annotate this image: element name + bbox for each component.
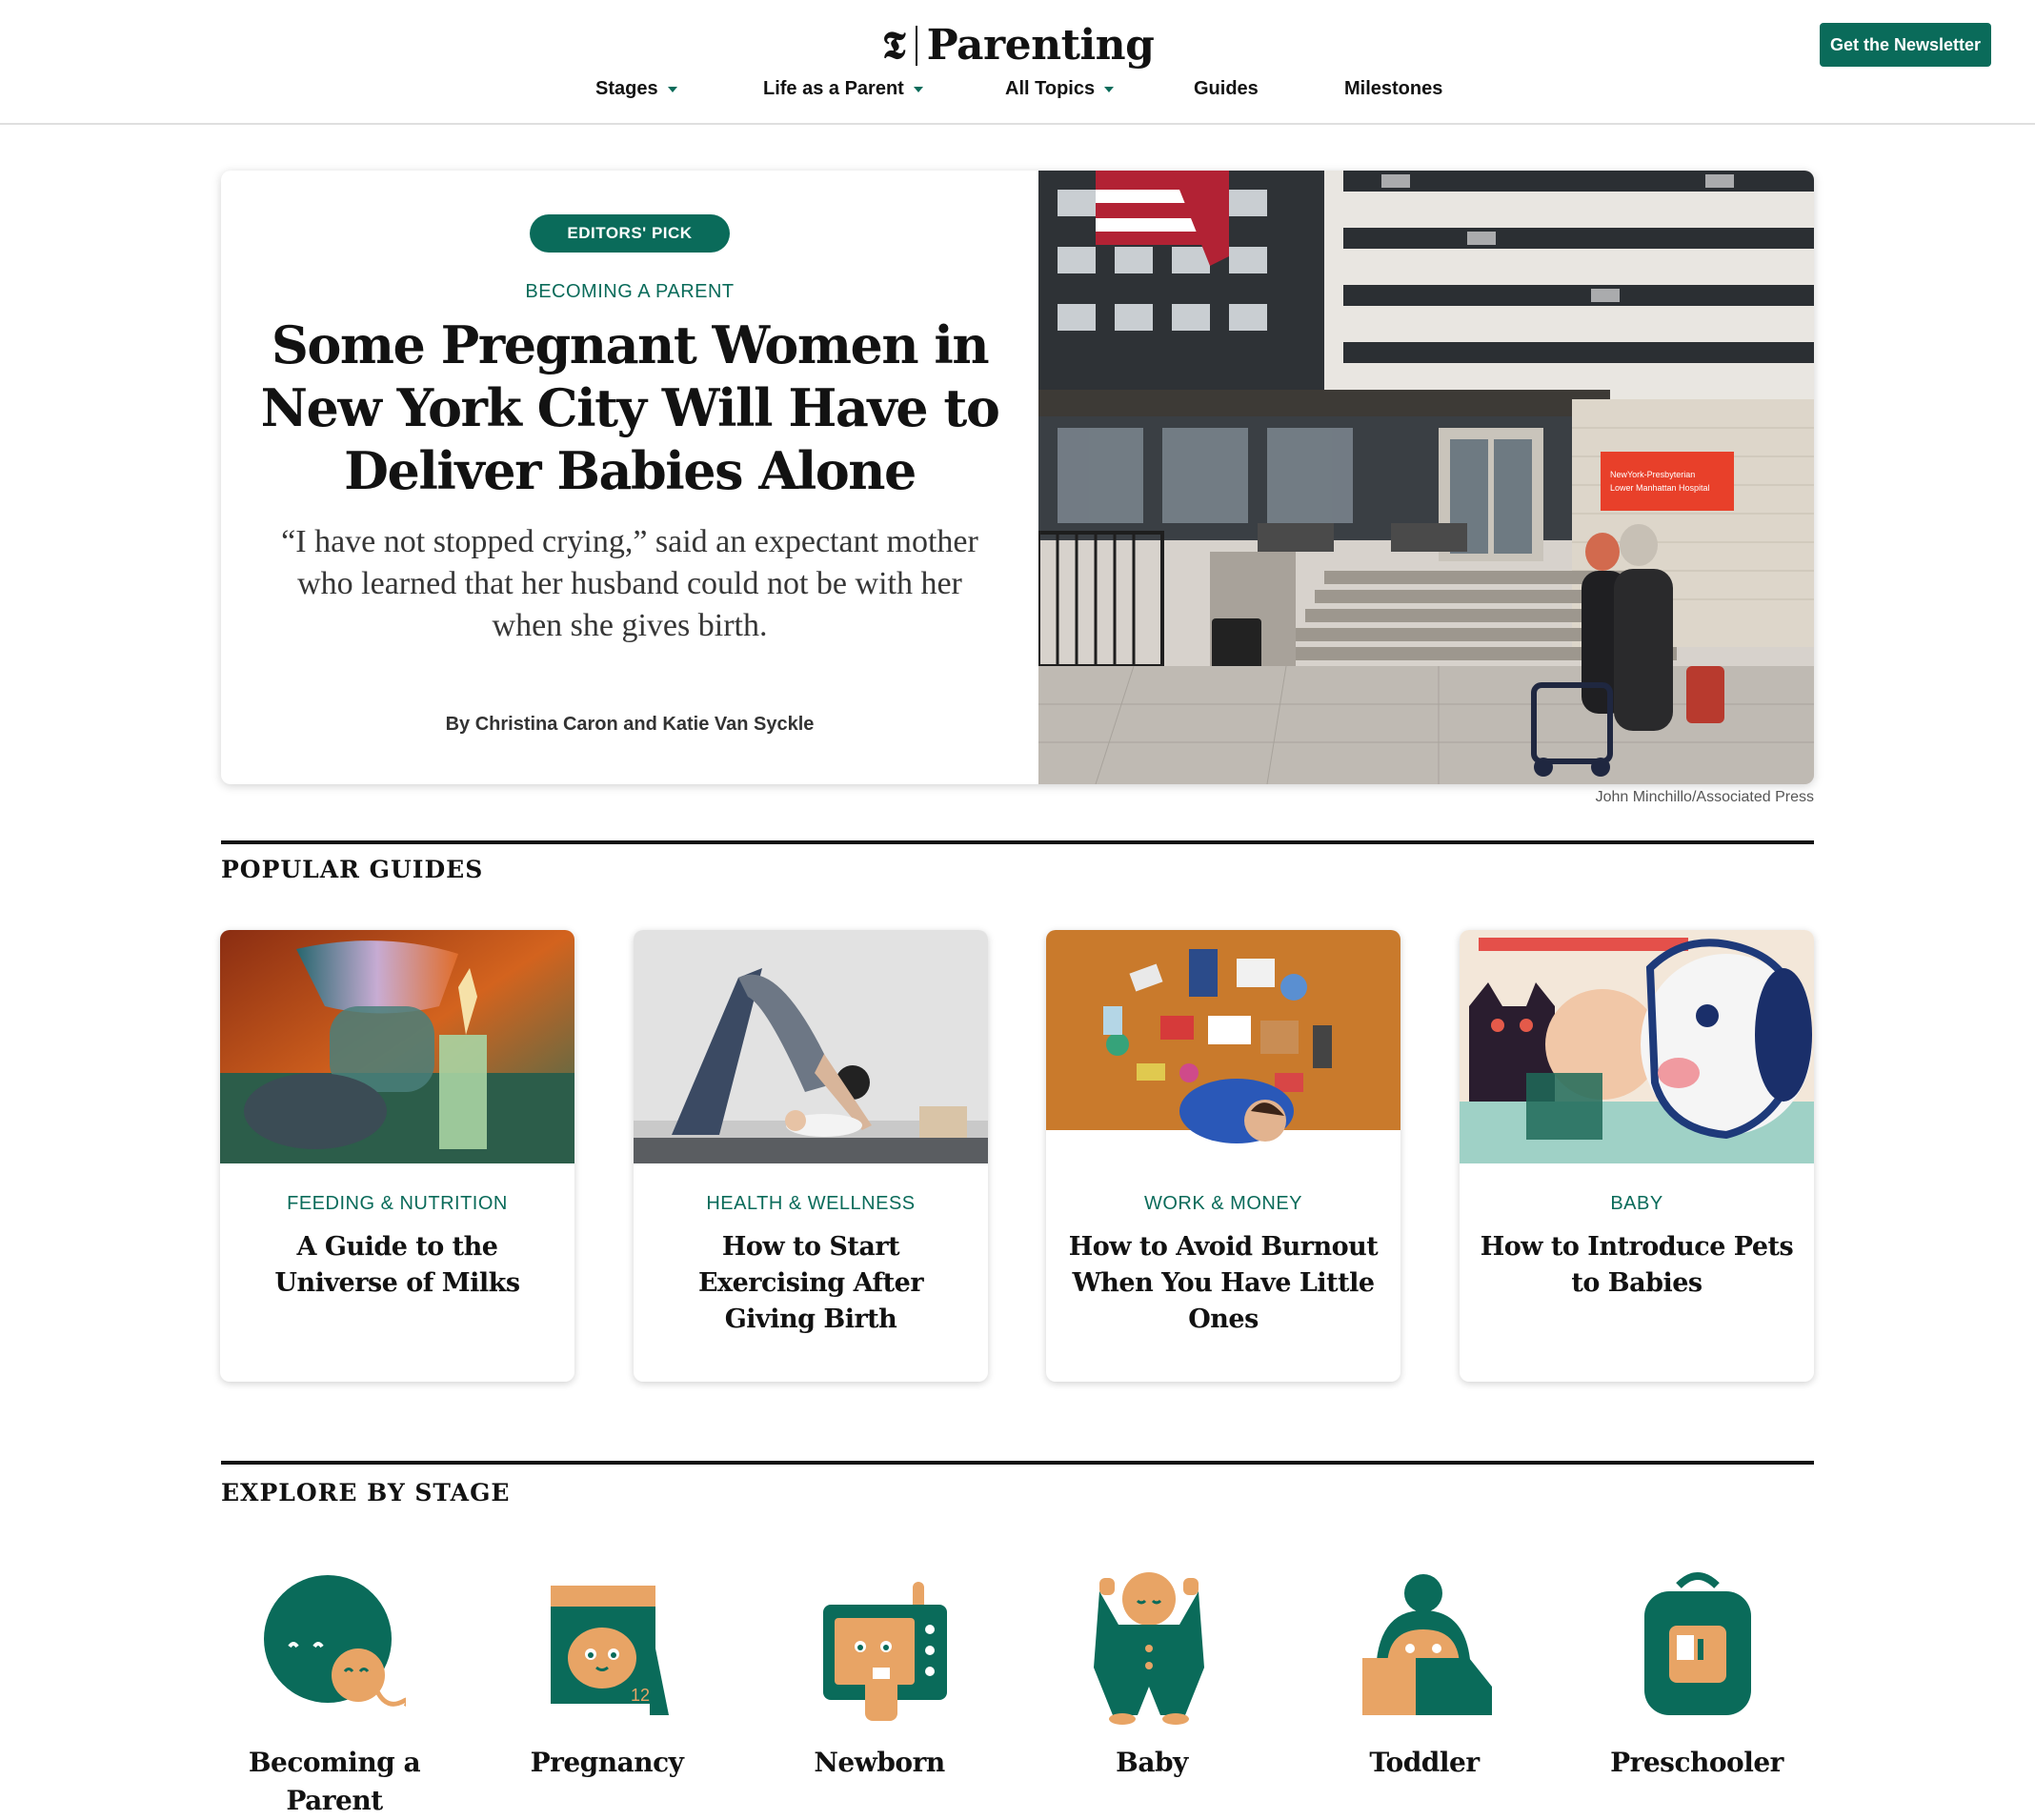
parenting-logo[interactable]: 𝕿 Parenting [882, 17, 1155, 74]
editors-pick-badge: EDITORS' PICK [530, 214, 730, 253]
nav-milestones[interactable]: Milestones [1344, 78, 1442, 100]
guide-card-milks[interactable]: FEEDING & NUTRITION A Guide to the Unive… [220, 930, 574, 1382]
guide-kicker[interactable]: WORK & MONEY [1046, 1193, 1400, 1215]
stage-label: Pregnancy [530, 1747, 684, 1778]
baby-monitor-icon [823, 1582, 947, 1721]
stage-becoming-a-parent[interactable]: Becoming a Parent [215, 1572, 425, 1816]
stage-label: Preschooler [1610, 1747, 1783, 1778]
guide-kicker[interactable]: FEEDING & NUTRITION [220, 1193, 574, 1215]
guide-card-burnout[interactable]: WORK & MONEY How to Avoid Burnout When Y… [1046, 930, 1400, 1382]
hero-headline[interactable]: Some Pregnant Women in New York City Wil… [259, 313, 1000, 502]
hero-kicker[interactable]: BECOMING A PARENT [221, 281, 1038, 303]
stage-newborn[interactable]: Newborn [760, 1572, 970, 1788]
stage-toddler[interactable]: Toddler [1305, 1572, 1515, 1788]
nav-label: All Topics [1005, 78, 1096, 99]
caret-down-icon [1104, 86, 1115, 92]
section-rule [221, 1461, 1814, 1465]
nav-label: Stages [595, 78, 658, 99]
hospital-sign-shape [1601, 452, 1734, 511]
stage-baby[interactable]: Baby [1033, 1572, 1242, 1788]
photo-credit: John Minchillo/Associated Press [1595, 789, 1814, 805]
site-header: 𝕿 Parenting Get the Newsletter Stages Li… [0, 0, 2035, 125]
popular-guides-heading: POPULAR GUIDES [221, 856, 484, 883]
svg-text:12: 12 [631, 1686, 650, 1705]
nav-label: Milestones [1344, 78, 1443, 99]
get-newsletter-button[interactable]: Get the Newsletter [1820, 23, 1991, 67]
guide-title[interactable]: How to Start Exercising After Giving Bir… [651, 1229, 971, 1338]
nav-stages[interactable]: Stages [595, 78, 677, 100]
svg-text:Lower Manhattan Hospital: Lower Manhattan Hospital [1610, 483, 1710, 493]
caret-down-icon [667, 86, 677, 92]
calendar-baby-icon: 12 [551, 1586, 669, 1715]
stage-pregnancy[interactable]: 12 Pregnancy [488, 1572, 697, 1788]
hero-text-panel: EDITORS' PICK BECOMING A PARENT Some Pre… [221, 171, 1038, 784]
sperm-egg-icon [264, 1575, 406, 1707]
logo-wordmark: Parenting [926, 21, 1155, 70]
guide-card-exercising[interactable]: HEALTH & WELLNESS How to Start Exercisin… [634, 930, 988, 1382]
guide-title[interactable]: How to Avoid Burnout When You Have Littl… [1063, 1229, 1383, 1338]
guide-image-exercising [634, 930, 988, 1163]
guide-kicker[interactable]: BABY [1460, 1193, 1814, 1215]
hospital-photo-illustration: NewYork-Presbyterian Lower Manhattan Hos… [1038, 171, 1814, 784]
explore-by-stage-heading: EXPLORE BY STAGE [221, 1479, 511, 1507]
guide-image-burnout [1046, 930, 1400, 1163]
backpack-icon [1644, 1572, 1751, 1715]
guide-title[interactable]: A Guide to the Universe of Milks [237, 1229, 557, 1302]
caret-down-icon [913, 86, 923, 92]
guide-image-pets [1460, 930, 1814, 1163]
hero-photo-hospital-entrance[interactable]: NewYork-Presbyterian Lower Manhattan Hos… [1038, 171, 1814, 784]
nav-label: Guides [1194, 78, 1259, 99]
baby-onesie-icon [1094, 1572, 1204, 1725]
guide-image-milks [220, 930, 574, 1163]
stage-label: Becoming a Parent [248, 1747, 421, 1816]
stage-label: Baby [1116, 1747, 1188, 1778]
stage-label: Toddler [1369, 1747, 1480, 1778]
guide-title[interactable]: How to Introduce Pets to Babies [1477, 1229, 1797, 1302]
hero-byline: By Christina Caron and Katie Van Syckle [445, 714, 815, 735]
section-rule [221, 840, 1814, 844]
nyt-t-logo-icon: 𝕿 [882, 23, 906, 68]
nav-label: Life as a Parent [763, 78, 904, 99]
guide-kicker[interactable]: HEALTH & WELLNESS [634, 1193, 988, 1215]
editors-pick-hero-card[interactable]: EDITORS' PICK BECOMING A PARENT Some Pre… [221, 171, 1814, 784]
guide-card-pets[interactable]: BABY How to Introduce Pets to Babies [1460, 930, 1814, 1382]
nav-life-as-a-parent[interactable]: Life as a Parent [763, 78, 923, 100]
main-nav: Stages Life as a Parent All Topics Guide… [0, 78, 2035, 111]
nav-guides[interactable]: Guides [1194, 78, 1259, 100]
stage-preschooler[interactable]: Preschooler [1578, 1572, 1787, 1788]
stage-label: Newborn [814, 1747, 945, 1778]
toddler-blocks-icon [1362, 1574, 1492, 1715]
hospital-sign-text: NewYork-Presbyterian [1610, 470, 1695, 479]
hero-summary: “I have not stopped crying,” said an exp… [281, 524, 978, 643]
logo-divider [915, 26, 917, 66]
nav-all-topics[interactable]: All Topics [1005, 78, 1115, 100]
